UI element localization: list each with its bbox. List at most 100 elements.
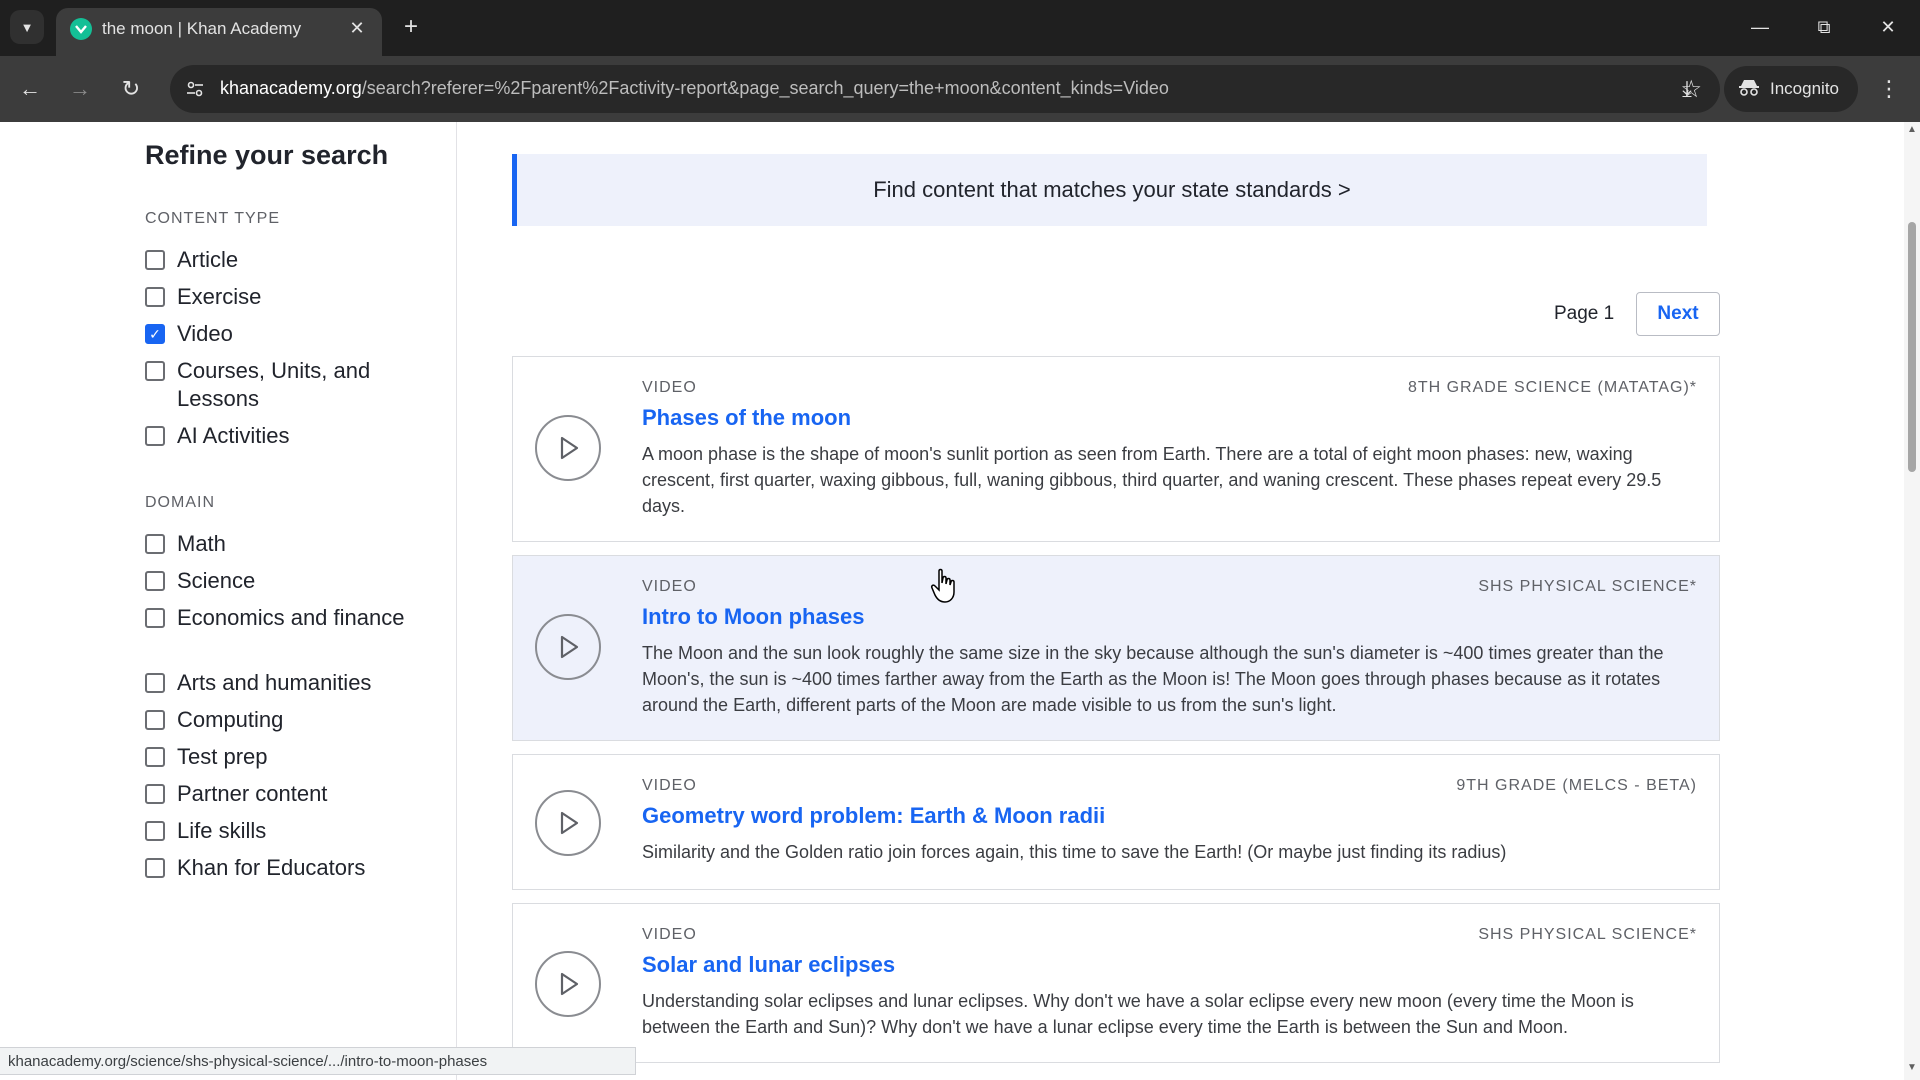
filter-label[interactable]: Courses, Units, and Lessons bbox=[177, 357, 417, 413]
course-label: 9TH GRADE (MELCS - BETA) bbox=[1456, 777, 1697, 794]
tab-search-icon[interactable]: ▼ bbox=[10, 10, 44, 44]
restore-icon[interactable]: ⧉ bbox=[1804, 10, 1844, 44]
content-kind-label: VIDEO bbox=[642, 578, 697, 595]
checkbox-icon[interactable] bbox=[145, 361, 165, 381]
incognito-icon bbox=[1738, 78, 1760, 101]
incognito-badge[interactable]: Incognito bbox=[1724, 66, 1858, 112]
domain-filter-math[interactable]: Math bbox=[145, 530, 417, 558]
filter-label[interactable]: AI Activities bbox=[177, 422, 417, 450]
checkbox-icon[interactable] bbox=[145, 784, 165, 804]
domain-filter-computing[interactable]: Computing bbox=[145, 706, 417, 734]
checkbox-icon[interactable] bbox=[145, 747, 165, 767]
filter-label[interactable]: Article bbox=[177, 246, 417, 274]
play-icon[interactable] bbox=[535, 951, 601, 1017]
filter-label[interactable]: Video bbox=[177, 320, 417, 348]
result-card[interactable]: VIDEO 9TH GRADE (MELCS - BETA) Geometry wo… bbox=[512, 754, 1720, 890]
browser-tab-bar: ▼ the moon | Khan Academy ✕ + — ⧉ ✕ bbox=[0, 0, 1920, 56]
checkbox-icon[interactable] bbox=[145, 821, 165, 841]
checkbox-icon[interactable] bbox=[145, 858, 165, 878]
course-label: SHS PHYSICAL SCIENCE* bbox=[1478, 926, 1697, 943]
content-kind-label: VIDEO bbox=[642, 926, 697, 943]
back-icon[interactable]: ← bbox=[13, 72, 47, 106]
filter-label[interactable]: Math bbox=[177, 530, 417, 558]
result-card[interactable]: VIDEO SHS PHYSICAL SCIENCE* Intro to Moon … bbox=[512, 555, 1720, 741]
domain-filter-economics-and-finance[interactable]: Economics and finance bbox=[145, 604, 417, 632]
address-bar[interactable]: khanacademy.org/search?referer=%2Fparent… bbox=[170, 65, 1720, 113]
next-page-button[interactable]: Next bbox=[1636, 292, 1720, 336]
filter-label[interactable]: Exercise bbox=[177, 283, 417, 311]
filter-label[interactable]: Khan for Educators bbox=[177, 854, 417, 882]
scroll-down-icon[interactable]: ▼ bbox=[1907, 1062, 1917, 1073]
tab-close-icon[interactable]: ✕ bbox=[344, 15, 370, 41]
result-title-link[interactable]: Geometry word problem: Earth & Moon radi… bbox=[642, 803, 1105, 829]
checkbox-icon[interactable] bbox=[145, 287, 165, 307]
scroll-thumb[interactable] bbox=[1908, 222, 1916, 472]
domain-filter-khan-for-educators[interactable]: Khan for Educators bbox=[145, 854, 417, 882]
checkbox-icon[interactable] bbox=[145, 608, 165, 628]
result-title-link[interactable]: Intro to Moon phases bbox=[642, 604, 864, 630]
play-icon[interactable] bbox=[535, 614, 601, 680]
site-info-icon[interactable] bbox=[182, 76, 208, 102]
play-icon[interactable] bbox=[535, 415, 601, 481]
result-card[interactable]: VIDEO SHS PHYSICAL SCIENCE* Solar and luna… bbox=[512, 903, 1720, 1063]
result-description: The Moon and the sun look roughly the sa… bbox=[642, 643, 1664, 715]
link-status-bar: khanacademy.org/science/shs-physical-sci… bbox=[0, 1047, 636, 1075]
content-type-filter-exercise[interactable]: Exercise bbox=[145, 283, 417, 311]
search-results: Find content that matches your state sta… bbox=[456, 122, 1904, 1080]
window-close-icon[interactable]: ✕ bbox=[1868, 10, 1908, 44]
domain-filter-test-prep[interactable]: Test prep bbox=[145, 743, 417, 771]
khan-academy-favicon-icon bbox=[70, 18, 92, 40]
filter-label[interactable]: Test prep bbox=[177, 743, 417, 771]
course-label: 8TH GRADE SCIENCE (MATATAG)* bbox=[1407, 379, 1697, 396]
new-tab-icon[interactable]: + bbox=[396, 12, 426, 42]
page-indicator: Page 1 bbox=[1554, 303, 1615, 324]
browser-toolbar: ← → ↻ khanacademy.org/search?referer=%2F… bbox=[0, 56, 1920, 122]
download-icon[interactable]: ⤓ bbox=[1670, 72, 1704, 106]
forward-icon[interactable]: → bbox=[63, 72, 97, 106]
filter-label[interactable]: Economics and finance bbox=[177, 604, 417, 632]
url-host: khanacademy.org bbox=[220, 78, 362, 98]
minimize-icon[interactable]: — bbox=[1740, 10, 1780, 44]
checkbox-icon[interactable] bbox=[145, 673, 165, 693]
content-type-filter-courses-units-and-lessons[interactable]: Courses, Units, and Lessons bbox=[145, 357, 417, 413]
content-type-filter-ai-activities[interactable]: AI Activities bbox=[145, 422, 417, 450]
incognito-label: Incognito bbox=[1770, 79, 1839, 98]
domain-filter-life-skills[interactable]: Life skills bbox=[145, 817, 417, 845]
content-type-filter-article[interactable]: Article bbox=[145, 246, 417, 274]
filter-label[interactable]: Arts and humanities bbox=[177, 669, 417, 697]
content-kind-label: VIDEO bbox=[642, 777, 697, 794]
checkbox-icon[interactable] bbox=[145, 250, 165, 270]
url-path: /search?referer=%2Fparent%2Factivity-rep… bbox=[361, 78, 1169, 98]
domain-filter-science[interactable]: Science bbox=[145, 567, 417, 595]
play-icon[interactable] bbox=[535, 790, 601, 856]
result-title-link[interactable]: Solar and lunar eclipses bbox=[642, 952, 895, 978]
domain-filter-partner-content[interactable]: Partner content bbox=[145, 780, 417, 808]
browser-tab[interactable]: the moon | Khan Academy ✕ bbox=[56, 8, 382, 56]
filter-label[interactable]: Computing bbox=[177, 706, 417, 734]
reload-icon[interactable]: ↻ bbox=[114, 72, 148, 106]
filter-label[interactable]: Science bbox=[177, 567, 417, 595]
content-type-filter-video[interactable]: ✓ Video bbox=[145, 320, 417, 348]
result-title-link[interactable]: Phases of the moon bbox=[642, 405, 851, 431]
page-scrollbar[interactable]: ▲ ▼ bbox=[1904, 122, 1920, 1080]
checkbox-icon[interactable] bbox=[145, 534, 165, 554]
result-description: Understanding solar eclipses and lunar e… bbox=[642, 991, 1634, 1037]
checkbox-icon[interactable] bbox=[145, 426, 165, 446]
browser-menu-icon[interactable]: ⋮ bbox=[1872, 72, 1906, 106]
scroll-up-icon[interactable]: ▲ bbox=[1907, 124, 1917, 135]
url-text: khanacademy.org/search?referer=%2Fparent… bbox=[220, 78, 1169, 99]
checkbox-icon[interactable] bbox=[145, 571, 165, 591]
checkbox-icon[interactable] bbox=[145, 710, 165, 730]
result-card[interactable]: VIDEO 8TH GRADE SCIENCE (MATATAG)* Phases … bbox=[512, 356, 1720, 542]
checkbox-checked-icon[interactable]: ✓ bbox=[145, 324, 165, 344]
result-description: Similarity and the Golden ratio join for… bbox=[642, 842, 1507, 862]
domain-filter-arts-and-humanities[interactable]: Arts and humanities bbox=[145, 669, 417, 697]
filter-label[interactable]: Life skills bbox=[177, 817, 417, 845]
course-label: SHS PHYSICAL SCIENCE* bbox=[1478, 578, 1697, 595]
filter-label[interactable]: Partner content bbox=[177, 780, 417, 808]
content-type-heading: CONTENT TYPE bbox=[145, 210, 280, 227]
state-standards-banner[interactable]: Find content that matches your state sta… bbox=[512, 154, 1707, 226]
state-standards-link[interactable]: Find content that matches your state sta… bbox=[873, 177, 1351, 203]
hand-cursor-icon bbox=[931, 568, 955, 603]
refine-title: Refine your search bbox=[145, 140, 389, 170]
